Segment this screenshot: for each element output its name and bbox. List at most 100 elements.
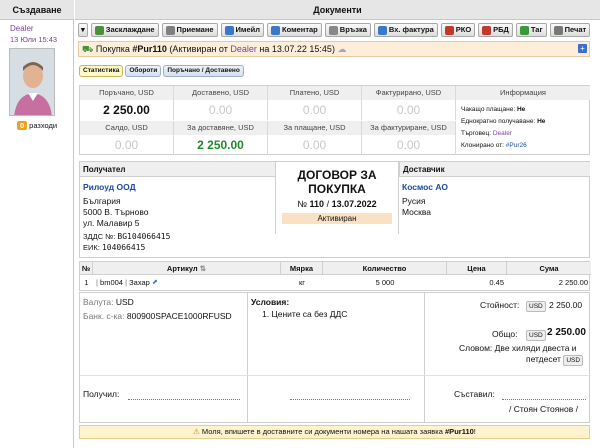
notice-suffix: ! xyxy=(473,427,476,436)
toolbar-button-label: Засклаждане xyxy=(105,25,155,34)
warehouse-icon xyxy=(94,25,104,35)
stat-value: 2 250.00 xyxy=(197,138,244,152)
external-link-icon[interactable]: ⬈ xyxy=(152,279,158,286)
col-quantity: Количество xyxy=(323,262,447,275)
supplier-name[interactable]: Космос АО xyxy=(402,182,448,192)
cloud-icon: ☁ xyxy=(337,44,347,54)
chevron-down-icon: ▾ xyxy=(81,25,85,34)
tab-bar: Статистика Обороти Поръчано / Доставено xyxy=(79,65,244,77)
row-article[interactable]: | bm004 | Захар ⬈ xyxy=(96,276,281,290)
stat-cell: За доставяне, USD 2 250.00 xyxy=(174,121,268,155)
conditions-label: Условия: xyxy=(251,297,290,307)
words-label: Словом: xyxy=(459,343,493,353)
statistics-panel: Поръчано, USD 2 250.00 Доставено, USD 0.00 П… xyxy=(79,85,590,155)
title-user[interactable]: Dealer xyxy=(230,44,257,54)
toolbar-button-label: Приемане xyxy=(176,25,214,34)
supplier-country: Русия xyxy=(402,196,426,206)
cash-icon xyxy=(444,25,454,35)
recipient-street: ул. Малавир 5 xyxy=(83,218,140,228)
avatar[interactable] xyxy=(9,48,55,116)
toolbar-button-9[interactable]: Печат xyxy=(549,23,591,37)
received-signature-line xyxy=(128,399,240,400)
info-row: Еднократно получаване: Не xyxy=(461,118,545,125)
toolbar-button-4[interactable]: Връзка xyxy=(324,23,371,37)
document-number[interactable]: #Pur110 xyxy=(132,44,167,54)
stat-label: Платено, USD xyxy=(268,86,361,100)
row-code: bm004 xyxy=(100,278,123,287)
toolbar-button-label: Вх. фактура xyxy=(388,25,434,34)
tab-2[interactable]: Поръчано / Доставено xyxy=(163,65,244,77)
currency-label: Валута: xyxy=(83,297,114,307)
row-qty: 5 000 xyxy=(375,278,395,287)
info-value[interactable]: Dealer xyxy=(493,130,512,137)
comment-icon xyxy=(271,25,281,35)
toolbar-button-8[interactable]: Таг xyxy=(515,23,547,37)
info-row: Търговец: Dealer xyxy=(461,130,512,137)
doc-title-line2: ПОКУПКА xyxy=(308,182,366,196)
toolbar-dropdown-button[interactable]: ▾ xyxy=(78,23,88,37)
bank-value[interactable]: 800900SPACE1000RFUSD xyxy=(127,311,232,321)
tab-0[interactable]: Статистика xyxy=(79,65,124,77)
stat-cell: За плащане, USD 0.00 xyxy=(268,121,362,155)
toolbar-button-label: Имейл xyxy=(235,25,261,34)
stat-value: 0.00 xyxy=(396,103,421,117)
toolbar-button-1[interactable]: Приемане xyxy=(161,23,218,37)
tab-1[interactable]: Обороти xyxy=(125,65,162,77)
row-sum: 2 250.00 xyxy=(558,278,588,287)
stat-value: 2 250.00 xyxy=(103,103,150,117)
stat-label: За плащане, USD xyxy=(268,121,361,135)
recipient-name[interactable]: Рилоуд ООД xyxy=(83,182,136,192)
col-unit: Мярка xyxy=(281,262,323,275)
currency-row: Валута: USD xyxy=(83,297,134,307)
notice-text: Моля, впишете в доставните си документи … xyxy=(201,427,443,436)
composed-label: Съставил: xyxy=(454,389,495,399)
recipient-header: Получател xyxy=(80,162,275,177)
notice-bar: ⚠ Моля, впишете в доставните си документ… xyxy=(79,425,590,439)
stat-cell: Фактурирано, USD 0.00 xyxy=(362,86,456,120)
composed-name: / Стоян Стоянов / xyxy=(509,404,578,414)
info-label: Клонирано от: xyxy=(461,142,504,149)
sort-icon: ⇅ xyxy=(199,264,207,273)
invoice-icon xyxy=(377,25,387,35)
recipient-country: България xyxy=(83,196,121,206)
parties-block: Получател Рилоуд ООД България 5000 В. Тъ… xyxy=(79,161,590,258)
bank-label: Банк. с-ка: xyxy=(83,311,125,321)
items-table: № Артикул ⇅ Мярка Количество Цена Сума 1… xyxy=(79,261,591,291)
toolbar-button-0[interactable]: Засклаждане xyxy=(90,23,159,37)
row-price: 0.45 xyxy=(489,278,504,287)
words-text-1: Две хиляди двеста и xyxy=(494,343,577,353)
expenses-count: 0 xyxy=(17,121,28,130)
creator-name[interactable]: Dealer xyxy=(10,24,34,33)
expenses-link[interactable]: 0 разходи xyxy=(17,121,57,130)
supplier-city: Москва xyxy=(402,207,432,217)
toolbar-button-2[interactable]: Имейл xyxy=(220,23,265,37)
print-icon xyxy=(553,25,563,35)
recipient-vat: ЗДДС №: BG104066415 xyxy=(83,232,170,241)
words-currency: USD xyxy=(563,355,584,366)
col-article[interactable]: Артикул ⇅ xyxy=(93,262,281,275)
row-unit: кг xyxy=(298,278,306,287)
info-value[interactable]: #Pur26 xyxy=(506,142,527,149)
stat-cell: За фактуриране, USD 0.00 xyxy=(362,121,456,155)
doc-title-line1: ДОГОВОР ЗА xyxy=(297,168,377,182)
toolbar-button-6[interactable]: РКО xyxy=(440,23,476,37)
value-currency: USD xyxy=(526,300,546,312)
info-label: Еднократно получаване: xyxy=(461,118,536,125)
col-price: Цена xyxy=(447,262,507,275)
received-label: Получил: xyxy=(83,389,120,399)
words-row-2: петдесет USD xyxy=(526,354,584,366)
middle-signature-line xyxy=(290,399,410,400)
stat-value: 0.00 xyxy=(208,103,233,117)
eik-label: ЕИК: xyxy=(83,243,100,252)
expand-icon[interactable]: + xyxy=(578,44,587,53)
stat-cell: Поръчано, USD 2 250.00 xyxy=(80,86,174,120)
toolbar-button-5[interactable]: Вх. фактура xyxy=(373,23,438,37)
expenses-label: разходи xyxy=(29,121,58,130)
creation-header: Създаване xyxy=(0,0,74,20)
doc-number-date: № 110 / 13.07.2022 xyxy=(276,199,398,209)
condition-1: 1. Цените са без ДДС xyxy=(262,309,348,319)
email-icon xyxy=(224,25,234,35)
toolbar-button-3[interactable]: Коментар xyxy=(267,23,322,37)
toolbar-button-7[interactable]: РБД xyxy=(478,23,513,37)
stat-label: Фактурирано, USD xyxy=(362,86,455,100)
